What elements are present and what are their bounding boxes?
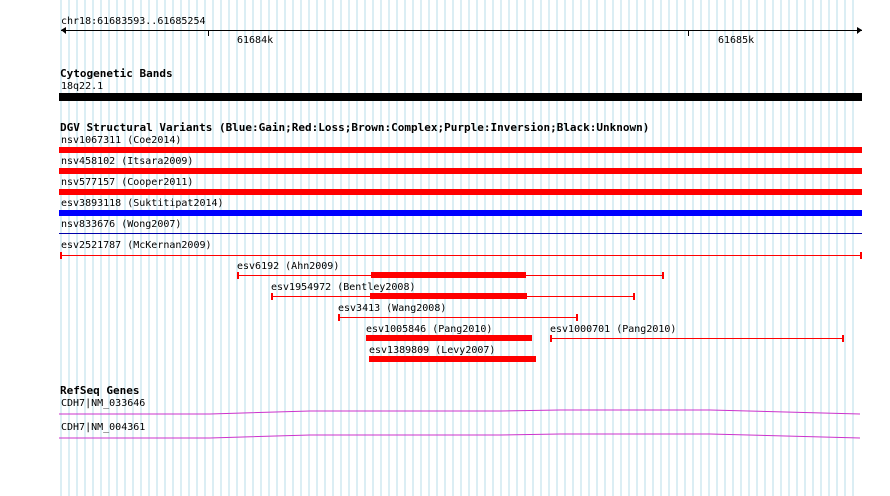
ruler-tick (208, 31, 209, 36)
dgv-track-title: DGV Structural Variants (Blue:Gain;Red:L… (60, 121, 650, 134)
variant-label[interactable]: esv6192 (Ahn2009) (237, 261, 339, 272)
variant-end-tick (842, 335, 844, 342)
ruler-left-arrow (61, 27, 66, 34)
variant-label[interactable]: esv1005846 (Pang2010) (366, 324, 492, 335)
variant-label[interactable]: esv3893118 (Suktitipat2014) (61, 198, 224, 209)
variant-bar-loss[interactable] (59, 189, 862, 195)
variant-label[interactable]: nsv1067311 (Coe2014) (61, 135, 181, 146)
variant-bar-loss[interactable] (366, 335, 532, 341)
variant-end-tick (662, 272, 664, 279)
variant-label[interactable]: esv1389809 (Levy2007) (369, 345, 495, 356)
variant-end-tick (237, 272, 239, 279)
variant-end-tick (576, 314, 578, 321)
variant-label[interactable]: esv1000701 (Pang2010) (550, 324, 676, 335)
ruler-line (61, 30, 862, 31)
variant-label[interactable]: nsv577157 (Cooper2011) (61, 177, 193, 188)
variant-line-loss[interactable] (61, 255, 861, 256)
variant-label[interactable]: nsv458102 (Itsara2009) (61, 156, 193, 167)
variant-bar-loss[interactable] (369, 356, 536, 362)
cytoband-track-title: Cytogenetic Bands (60, 67, 173, 80)
variant-line-loss[interactable] (339, 317, 578, 318)
ruler-location-label: chr18:61683593..61685254 (61, 16, 206, 27)
genome-browser-view: chr18:61683593..61685254 61684k 61685k C… (0, 0, 890, 496)
variant-end-tick (860, 252, 862, 259)
ruler-tick-label: 61684k (237, 35, 274, 46)
gene-model-nm-033646[interactable] (0, 405, 890, 417)
variant-line-loss[interactable] (551, 338, 844, 339)
variant-bar-loss[interactable] (59, 168, 862, 174)
variant-core-bar[interactable] (370, 293, 527, 299)
variant-label[interactable]: esv3413 (Wang2008) (338, 303, 446, 314)
ruler-right-arrow (857, 27, 862, 34)
variant-end-tick (271, 293, 273, 300)
ruler-tick (688, 31, 689, 36)
ruler-tick-label: 61685k (718, 35, 755, 46)
variant-line-gain[interactable] (59, 233, 862, 234)
variant-label[interactable]: nsv833676 (Wong2007) (61, 219, 181, 230)
refseq-track-title: RefSeq Genes (60, 384, 140, 397)
variant-label[interactable]: esv1954972 (Bentley2008) (271, 282, 416, 293)
variant-core-bar[interactable] (371, 272, 526, 278)
variant-end-tick (633, 293, 635, 300)
variant-bar-gain[interactable] (59, 210, 862, 216)
variant-end-tick (60, 252, 62, 259)
gene-model-nm-004361[interactable] (0, 429, 890, 441)
variant-bar-loss[interactable] (59, 147, 862, 153)
variant-end-tick (550, 335, 552, 342)
cytoband-label: 18q22.1 (61, 81, 104, 92)
variant-end-tick (338, 314, 340, 321)
cytoband-bar[interactable] (59, 93, 862, 101)
variant-label[interactable]: esv2521787 (McKernan2009) (61, 240, 212, 251)
